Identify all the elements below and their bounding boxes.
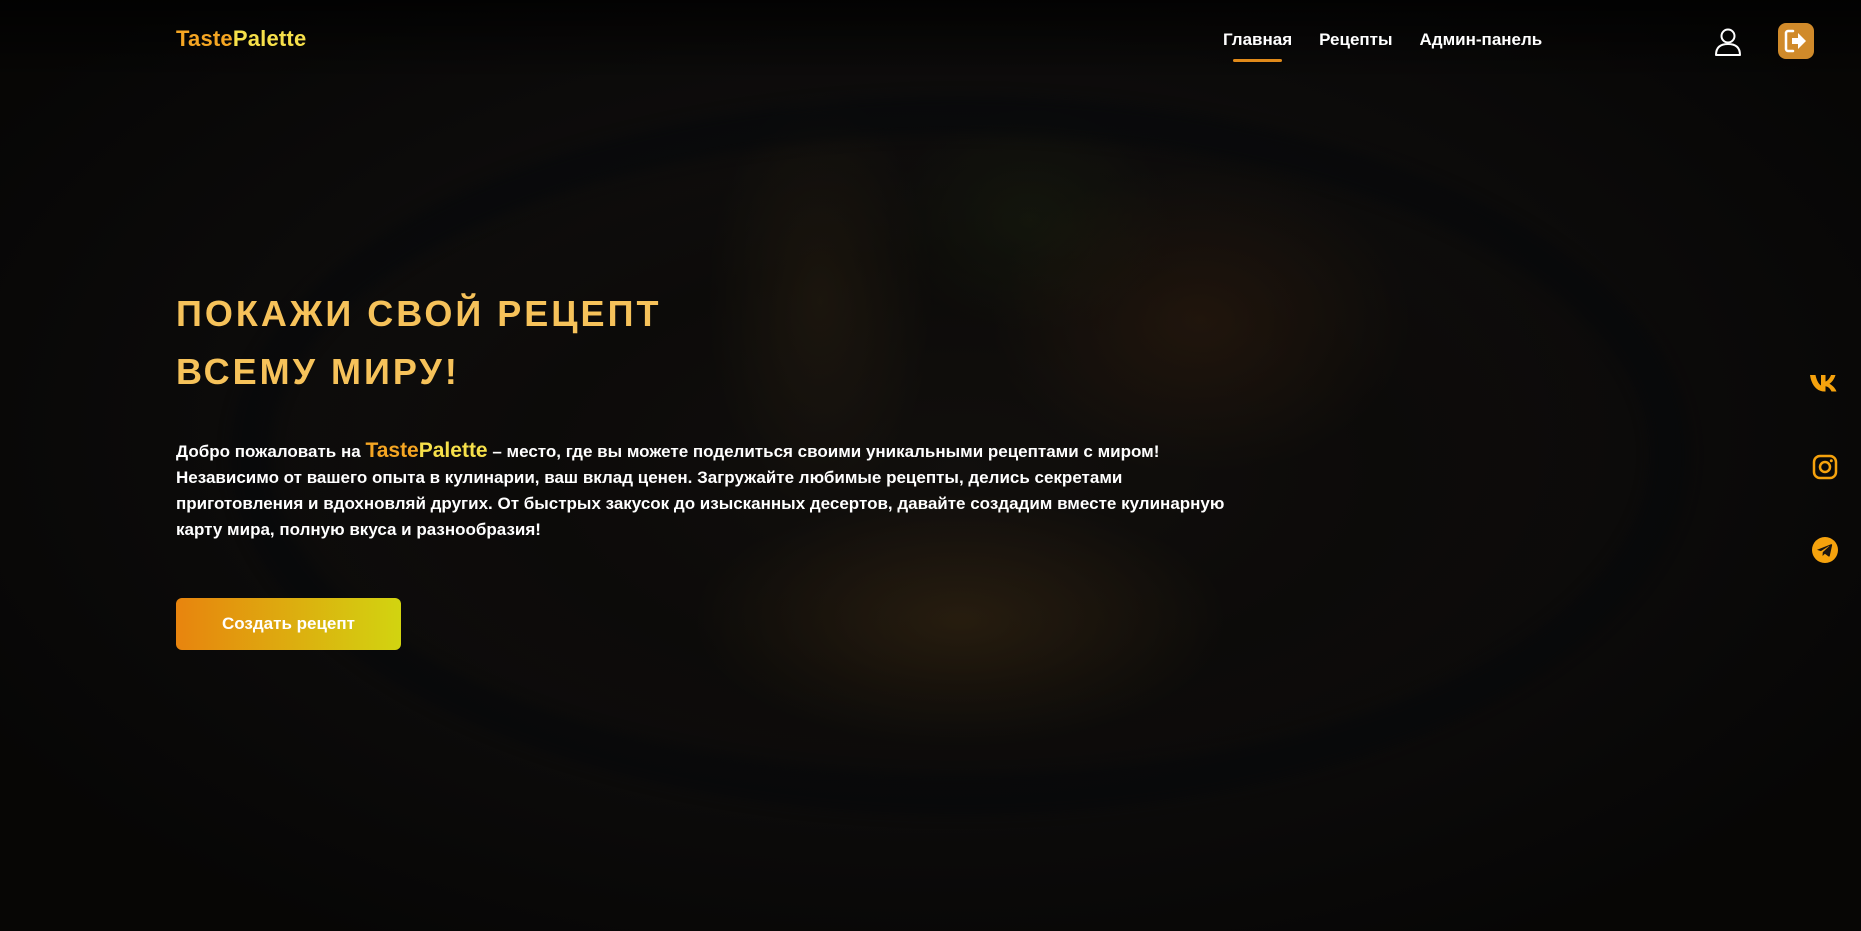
hero-title: ПОКАЖИ СВОЙ РЕЦЕПТ ВСЕМУ МИРУ! (176, 285, 661, 401)
profile-button[interactable] (1712, 26, 1744, 58)
hero-text-intro: Добро пожаловать на (176, 442, 366, 461)
nav-item-home[interactable]: Главная (1223, 30, 1292, 62)
main-nav: Главная Рецепты Админ-панель (1223, 30, 1543, 62)
social-vk-link[interactable] (1808, 366, 1842, 400)
nav-item-recipes[interactable]: Рецепты (1319, 30, 1392, 58)
create-recipe-button[interactable]: Создать рецепт (176, 598, 401, 650)
instagram-icon (1812, 454, 1838, 480)
hero-title-line1: ПОКАЖИ СВОЙ РЕЦЕПТ (176, 293, 662, 334)
hero-brand-taste: Taste (365, 439, 419, 462)
site-header: TastePalette Главная Рецепты Админ-панел… (0, 0, 1861, 80)
logout-button[interactable] (1778, 23, 1814, 59)
hero-title-line2: ВСЕМУ МИРУ! (176, 351, 460, 392)
logout-icon (1784, 29, 1806, 53)
hero-brand-palette: Palette (418, 439, 488, 462)
social-instagram-link[interactable] (1808, 450, 1842, 484)
social-telegram-link[interactable] (1808, 533, 1842, 567)
nav-item-admin[interactable]: Админ-панель (1420, 30, 1543, 58)
hero-text-brand: TastePalette (365, 439, 487, 462)
vk-icon (1810, 375, 1837, 392)
logo-part-palette: Palette (232, 26, 307, 51)
logo-part-taste: Taste (176, 26, 233, 51)
user-icon (1715, 28, 1741, 56)
telegram-icon (1812, 537, 1838, 563)
page: TastePalette Главная Рецепты Админ-панел… (0, 0, 1861, 931)
hero-description: Добро пожаловать на TastePalette – место… (176, 438, 1236, 543)
site-logo[interactable]: TastePalette (176, 26, 306, 52)
